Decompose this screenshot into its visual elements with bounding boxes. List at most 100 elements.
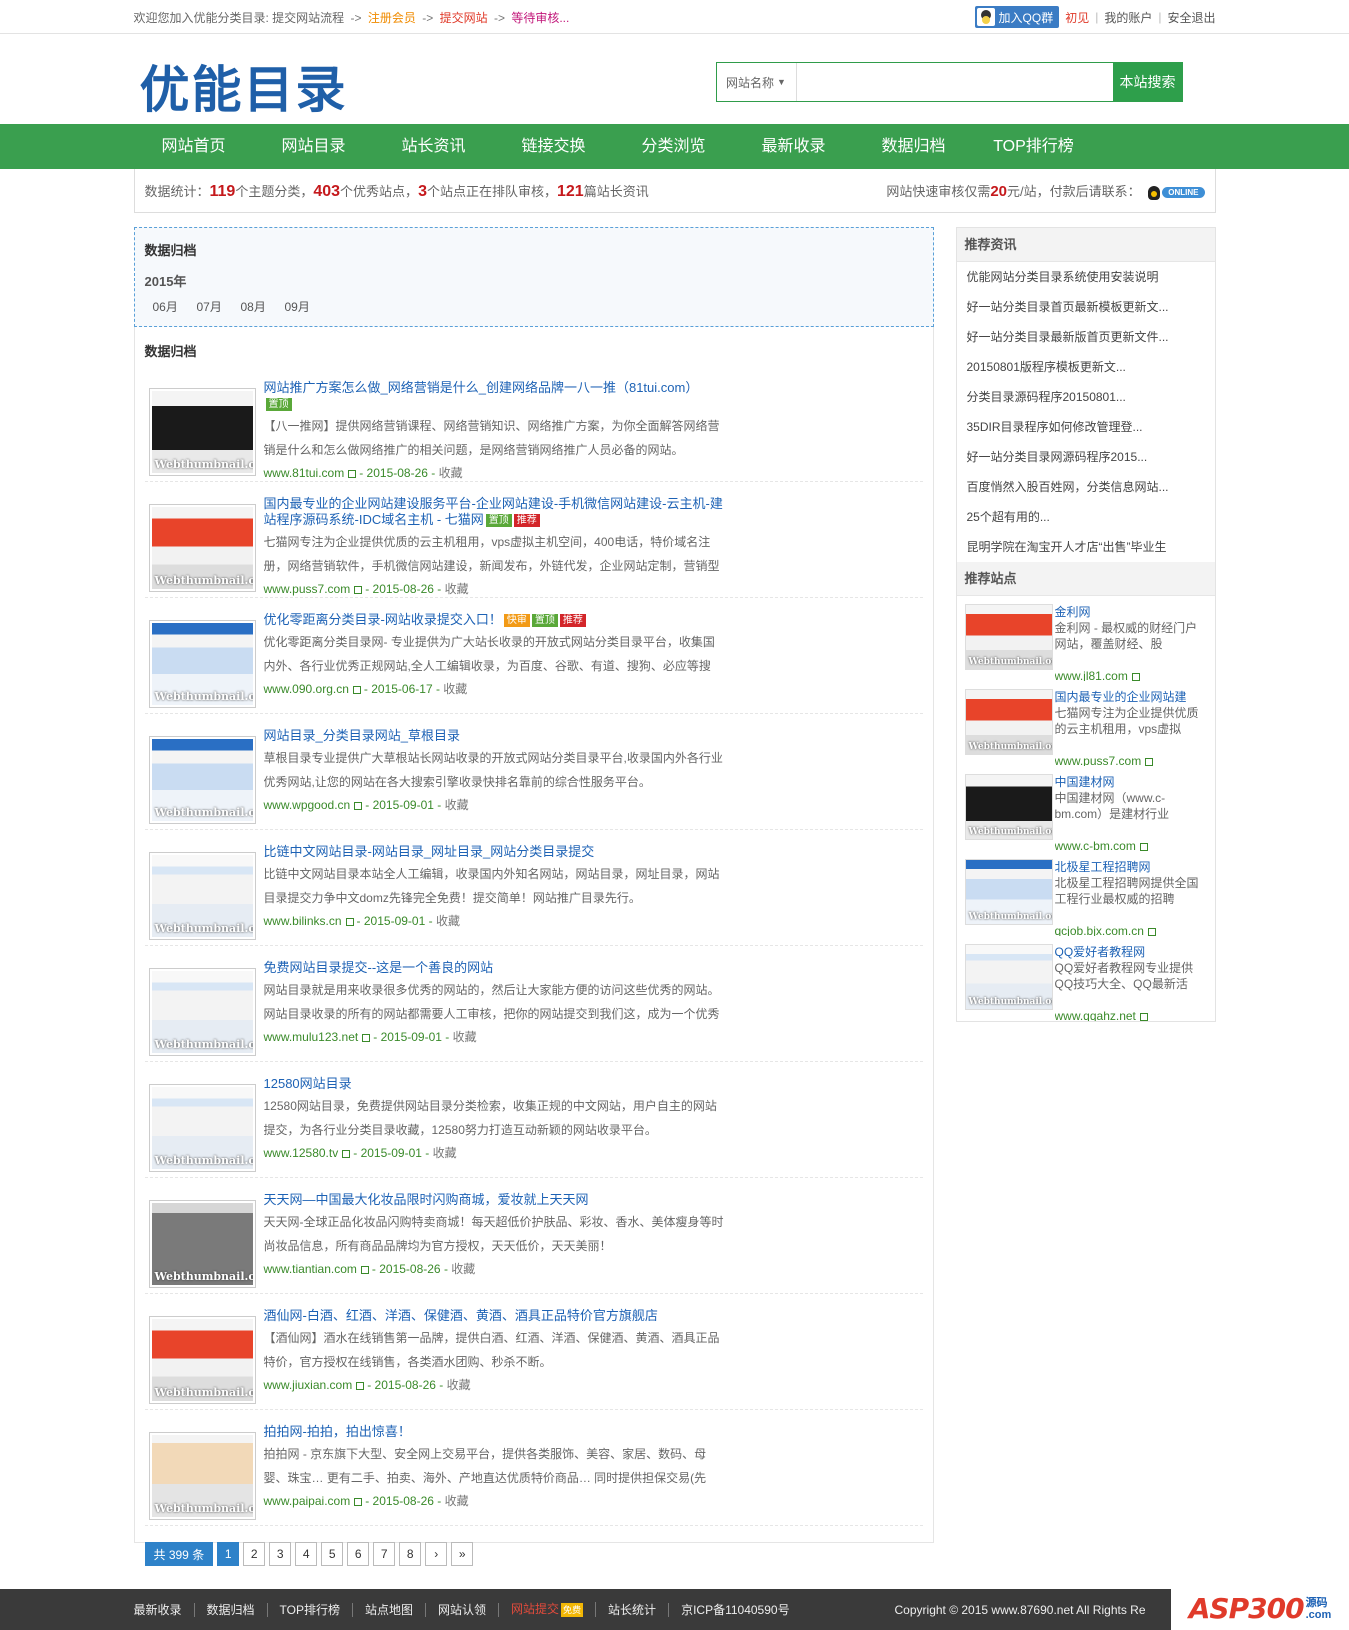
news-item-link[interactable]: 25个超有用的...: [957, 502, 1215, 532]
recommended-site-name[interactable]: 金利网: [1055, 604, 1205, 620]
site-thumbnail[interactable]: Webthumbnail.org: [148, 1432, 256, 1520]
search-type-select[interactable]: 网站名称 ▼: [717, 63, 797, 101]
favorite-link[interactable]: 收藏: [433, 1146, 457, 1160]
favorite-link[interactable]: 收藏: [447, 1378, 471, 1392]
recommended-site-name[interactable]: 北极星工程招聘网: [1055, 859, 1205, 875]
entry-title-link[interactable]: 国内最专业的企业网站建设服务平台-企业网站建设-手机微信网站建设-云主机-建站程…: [264, 496, 724, 528]
site-thumbnail[interactable]: Webthumbnail.org: [964, 944, 1053, 1010]
external-link-icon[interactable]: [345, 917, 354, 926]
nav-item-5[interactable]: 最新收录: [734, 124, 854, 169]
footer-link[interactable]: 站点地图: [353, 1602, 426, 1617]
entry-title-link[interactable]: 天天网—中国最大化妆品限时闪购商城，爱妆就上天天网: [264, 1192, 724, 1208]
site-logo[interactable]: 优能目录: [140, 50, 348, 122]
last-page-button[interactable]: »: [451, 1542, 474, 1566]
site-thumbnail[interactable]: Webthumbnail.org: [148, 504, 256, 592]
external-link-icon[interactable]: [354, 585, 363, 594]
news-item-link[interactable]: 分类目录源码程序20150801...: [957, 382, 1215, 412]
entry-title-link[interactable]: 网站推广方案怎么做_网络营销是什么_创建网络品牌一八一推（81tui.com） 置…: [264, 380, 724, 412]
entry-title-link[interactable]: 拍拍网-拍拍，拍出惊喜！: [264, 1424, 724, 1440]
recommended-site-url-link[interactable]: www.puss7.com: [1055, 754, 1142, 766]
news-item-link[interactable]: 好一站分类目录网源码程序2015...: [957, 442, 1215, 472]
next-page-button[interactable]: ›: [425, 1542, 448, 1566]
await-review-link[interactable]: 等待审核...: [511, 11, 569, 25]
external-link-icon[interactable]: [342, 1149, 351, 1158]
entry-title-link[interactable]: 免费网站目录提交--这是一个善良的网站: [264, 960, 724, 976]
page-button-2[interactable]: 2: [243, 1542, 266, 1566]
page-button-1[interactable]: 1: [217, 1542, 240, 1566]
entry-url-link[interactable]: www.12580.tv: [264, 1146, 339, 1160]
archive-month-link[interactable]: 09月: [285, 298, 329, 315]
external-link-icon[interactable]: [1139, 1012, 1148, 1021]
external-link-icon[interactable]: [1145, 757, 1154, 766]
online-contact-button[interactable]: ONLINE: [1148, 185, 1205, 200]
my-account-link[interactable]: 我的账户: [1104, 9, 1152, 26]
site-thumbnail[interactable]: Webthumbnail.org: [148, 1084, 256, 1172]
entry-title-link[interactable]: 优化零距离分类目录-网站收录提交入口！ 快审 置顶 推荐: [264, 612, 724, 628]
external-link-icon[interactable]: [362, 1033, 371, 1042]
footer-link[interactable]: 最新收录: [134, 1602, 195, 1617]
recommended-site-url-link[interactable]: qcjob.bjx.com.cn: [1055, 924, 1144, 936]
site-thumbnail[interactable]: Webthumbnail.org: [148, 388, 256, 476]
news-item-link[interactable]: 百度悄然入股百姓网，分类信息网站...: [957, 472, 1215, 502]
nav-item-3[interactable]: 链接交换: [494, 124, 614, 169]
footer-link[interactable]: 数据归档: [195, 1602, 268, 1617]
page-button-6[interactable]: 6: [347, 1542, 370, 1566]
archive-year[interactable]: 2015年: [145, 271, 923, 290]
footer-link[interactable]: 网站认领: [426, 1602, 500, 1617]
recommended-site-url-link[interactable]: www.jl81.com: [1055, 669, 1128, 681]
news-item-link[interactable]: 35DIR目录程序如何修改管理登...: [957, 412, 1215, 442]
entry-url-link[interactable]: www.090.org.cn: [264, 682, 349, 696]
entry-url-link[interactable]: www.puss7.com: [264, 582, 351, 596]
external-link-icon[interactable]: [360, 1265, 369, 1274]
entry-url-link[interactable]: www.81tui.com: [264, 466, 345, 480]
site-thumbnail[interactable]: Webthumbnail.org: [148, 1316, 256, 1404]
join-qq-group-button[interactable]: 加入QQ群: [974, 6, 1060, 28]
entry-url-link[interactable]: www.tiantian.com: [264, 1262, 357, 1276]
nav-item-7[interactable]: TOP排行榜: [974, 124, 1094, 169]
site-thumbnail[interactable]: Webthumbnail.org: [148, 620, 256, 708]
entry-title-link[interactable]: 酒仙网-白酒、红酒、洋酒、保健酒、黄酒、酒具正品特价官方旗舰店: [264, 1308, 724, 1324]
search-button[interactable]: 本站搜索: [1112, 62, 1183, 102]
search-input[interactable]: [796, 63, 1113, 101]
footer-link[interactable]: TOP排行榜: [268, 1602, 353, 1617]
entry-url-link[interactable]: www.jiuxian.com: [264, 1378, 353, 1392]
submit-site-link[interactable]: 提交网站: [440, 11, 488, 25]
nav-item-6[interactable]: 数据归档: [854, 124, 974, 169]
news-item-link[interactable]: 优能网站分类目录系统使用安装说明: [957, 262, 1215, 292]
footer-link[interactable]: 站长统计: [596, 1602, 670, 1617]
nav-item-0[interactable]: 网站首页: [134, 124, 254, 169]
nav-item-4[interactable]: 分类浏览: [614, 124, 734, 169]
entry-title-link[interactable]: 网站目录_分类目录网站_草根目录: [264, 728, 724, 744]
site-thumbnail[interactable]: Webthumbnail.org: [964, 689, 1053, 755]
entry-url-link[interactable]: www.mulu123.net: [264, 1030, 359, 1044]
archive-month-link[interactable]: 06月: [153, 298, 197, 315]
site-thumbnail[interactable]: Webthumbnail.org: [964, 859, 1053, 925]
register-link[interactable]: 注册会员: [368, 11, 416, 25]
nav-item-1[interactable]: 网站目录: [254, 124, 374, 169]
archive-month-link[interactable]: 07月: [197, 298, 241, 315]
recommended-site-name[interactable]: 国内最专业的企业网站建: [1055, 689, 1205, 705]
favorite-link[interactable]: 收藏: [445, 1494, 469, 1508]
footer-link[interactable]: 京ICP备11040590号: [669, 1603, 802, 1617]
favorite-link[interactable]: 收藏: [445, 582, 469, 596]
news-item-link[interactable]: 好一站分类目录最新版首页更新文件...: [957, 322, 1215, 352]
news-item-link[interactable]: 好一站分类目录首页最新模板更新文...: [957, 292, 1215, 322]
page-button-4[interactable]: 4: [295, 1542, 318, 1566]
favorite-link[interactable]: 收藏: [443, 682, 467, 696]
news-item-link[interactable]: 昆明学院在淘宝开人才店“出售”毕业生: [957, 532, 1215, 562]
favorite-link[interactable]: 收藏: [439, 466, 463, 480]
external-link-icon[interactable]: [354, 801, 363, 810]
external-link-icon[interactable]: [1139, 842, 1148, 851]
external-link-icon[interactable]: [1131, 672, 1140, 681]
site-thumbnail[interactable]: Webthumbnail.org: [964, 774, 1053, 840]
site-thumbnail[interactable]: Webthumbnail.org: [148, 736, 256, 824]
site-thumbnail[interactable]: Webthumbnail.org: [964, 604, 1053, 670]
external-link-icon[interactable]: [348, 469, 357, 478]
news-item-link[interactable]: 20150801版程序模板更新文...: [957, 352, 1215, 382]
external-link-icon[interactable]: [1147, 927, 1156, 936]
favorite-link[interactable]: 收藏: [451, 1262, 475, 1276]
external-link-icon[interactable]: [354, 1497, 363, 1506]
recommended-site-url-link[interactable]: www.c-bm.com: [1055, 839, 1136, 851]
archive-month-link[interactable]: 08月: [241, 298, 285, 315]
site-thumbnail[interactable]: Webthumbnail.org: [148, 852, 256, 940]
